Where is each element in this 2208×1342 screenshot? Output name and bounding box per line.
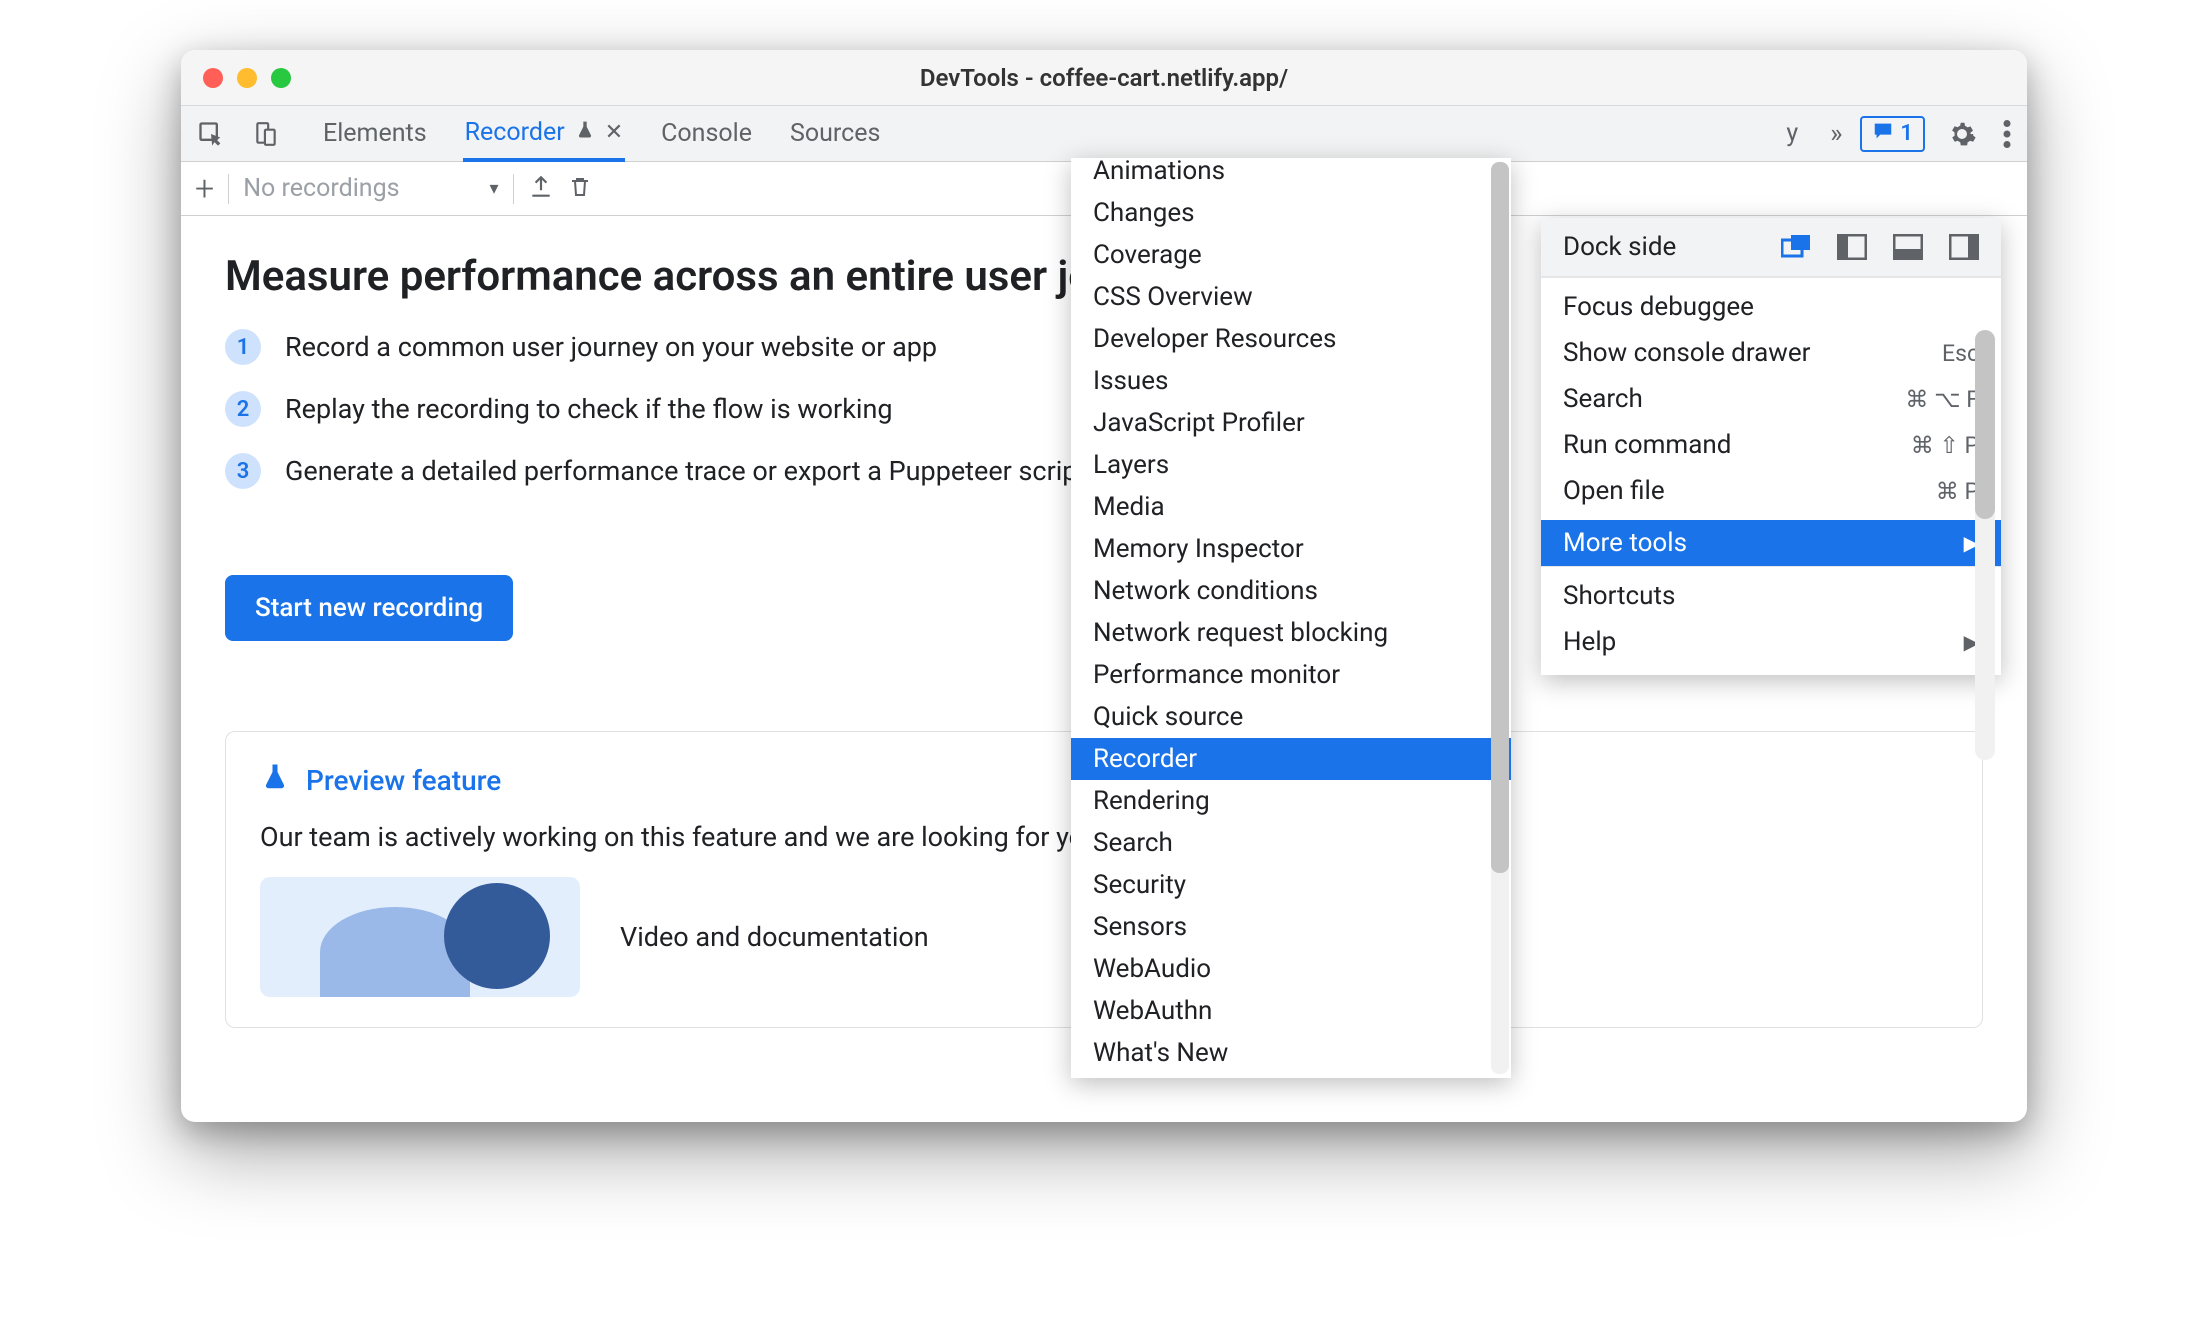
menu-focus-debuggee[interactable]: Focus debuggee xyxy=(1541,284,2001,330)
dock-left-icon[interactable] xyxy=(1837,234,1867,260)
recordings-dropdown[interactable]: No recordings ▾ xyxy=(243,174,498,203)
more-tools-item[interactable]: Animations xyxy=(1071,156,1511,192)
issues-badge[interactable]: 1 xyxy=(1860,116,1925,152)
more-tools-item[interactable]: Developer Resources xyxy=(1071,318,1511,360)
more-tools-item[interactable]: What's New xyxy=(1071,1032,1511,1074)
more-tools-item[interactable]: CSS Overview xyxy=(1071,276,1511,318)
more-tools-item[interactable]: Network request blocking xyxy=(1071,612,1511,654)
panel-tabs: Elements Recorder ✕ Console Sources xyxy=(321,106,882,161)
more-tools-item[interactable]: WebAudio xyxy=(1071,948,1511,990)
window-title: DevTools - coffee-cart.netlify.app/ xyxy=(920,64,1288,92)
flask-icon xyxy=(575,118,595,147)
start-recording-button[interactable]: Start new recording xyxy=(225,575,513,641)
settings-icon[interactable] xyxy=(1943,119,1981,149)
dock-side-label: Dock side xyxy=(1563,232,1755,262)
scrollbar[interactable] xyxy=(1491,162,1509,1074)
menu-open-file[interactable]: Open file⌘ P xyxy=(1541,468,2001,514)
device-toolbar-icon[interactable] xyxy=(249,121,283,147)
separator xyxy=(513,174,514,204)
tab-elements[interactable]: Elements xyxy=(321,106,429,161)
scrollbar-thumb[interactable] xyxy=(1491,162,1509,873)
tab-overflow-hint: y xyxy=(1786,119,1798,148)
more-tools-item[interactable]: Coverage xyxy=(1071,234,1511,276)
more-tools-item[interactable]: Recorder xyxy=(1071,738,1511,780)
more-tools-item[interactable]: Performance monitor xyxy=(1071,654,1511,696)
window-controls xyxy=(203,68,291,88)
video-thumbnail[interactable] xyxy=(260,877,580,997)
more-tools-item[interactable]: Quick source xyxy=(1071,696,1511,738)
dock-bottom-icon[interactable] xyxy=(1893,234,1923,260)
inspect-element-icon[interactable] xyxy=(193,120,229,148)
dropdown-placeholder: No recordings xyxy=(243,174,399,203)
dock-undock-icon[interactable] xyxy=(1781,234,1811,260)
dock-right-icon[interactable] xyxy=(1949,234,1979,260)
scrollbar-thumb[interactable] xyxy=(1975,330,1995,519)
menu-help[interactable]: Help▶ xyxy=(1541,619,2001,665)
more-tools-item[interactable]: Security xyxy=(1071,864,1511,906)
separator xyxy=(228,174,229,204)
flask-icon xyxy=(260,762,290,799)
menu-more-tools[interactable]: More tools▶ xyxy=(1541,520,2001,566)
close-tab-icon[interactable]: ✕ xyxy=(605,120,623,145)
more-tools-item[interactable]: WebAuthn xyxy=(1071,990,1511,1032)
more-tools-item[interactable]: Issues xyxy=(1071,360,1511,402)
devtools-window: DevTools - coffee-cart.netlify.app/ Elem… xyxy=(181,50,2027,1122)
message-icon xyxy=(1872,120,1894,148)
minimize-window-button[interactable] xyxy=(237,68,257,88)
step-number: 1 xyxy=(225,329,261,365)
titlebar: DevTools - coffee-cart.netlify.app/ xyxy=(181,50,2027,106)
menu-run-command[interactable]: Run command⌘ ⇧ P xyxy=(1541,422,2001,468)
main-menu: Dock side Focus debuggee Show console dr… xyxy=(1541,218,2001,675)
more-tools-item[interactable]: JavaScript Profiler xyxy=(1071,402,1511,444)
more-tools-item[interactable]: Memory Inspector xyxy=(1071,528,1511,570)
close-window-button[interactable] xyxy=(203,68,223,88)
chevron-down-icon: ▾ xyxy=(490,178,499,199)
devtools-tabbar: Elements Recorder ✕ Console Sources y » … xyxy=(181,106,2027,162)
tab-recorder[interactable]: Recorder ✕ xyxy=(463,107,626,162)
export-icon[interactable] xyxy=(528,174,554,204)
video-label: Video and documentation xyxy=(620,921,929,953)
more-tools-item[interactable]: Changes xyxy=(1071,192,1511,234)
maximize-window-button[interactable] xyxy=(271,68,291,88)
scrollbar[interactable] xyxy=(1975,330,1995,760)
kebab-menu-icon[interactable] xyxy=(1999,120,2015,148)
tab-sources[interactable]: Sources xyxy=(788,106,882,161)
more-tools-item[interactable]: Rendering xyxy=(1071,780,1511,822)
menu-show-console-drawer[interactable]: Show console drawerEsc xyxy=(1541,330,2001,376)
delete-icon[interactable] xyxy=(568,174,592,204)
more-tabs-icon[interactable]: » xyxy=(1830,119,1842,149)
more-tools-item[interactable]: Search xyxy=(1071,822,1511,864)
menu-search[interactable]: Search⌘ ⌥ F xyxy=(1541,376,2001,422)
issues-count: 1 xyxy=(1900,121,1913,146)
more-tools-item[interactable]: Media xyxy=(1071,486,1511,528)
more-tools-item[interactable]: Network conditions xyxy=(1071,570,1511,612)
step-number: 3 xyxy=(225,453,261,489)
more-tools-item[interactable]: Layers xyxy=(1071,444,1511,486)
more-tools-submenu: AnimationsChangesCoverageCSS OverviewDev… xyxy=(1071,158,1511,1078)
menu-shortcuts[interactable]: Shortcuts xyxy=(1541,573,2001,619)
more-tools-item[interactable]: Sensors xyxy=(1071,906,1511,948)
new-recording-icon[interactable]: + xyxy=(195,169,214,209)
tab-console[interactable]: Console xyxy=(659,106,754,161)
step-number: 2 xyxy=(225,391,261,427)
dock-side-row: Dock side xyxy=(1541,218,2001,277)
